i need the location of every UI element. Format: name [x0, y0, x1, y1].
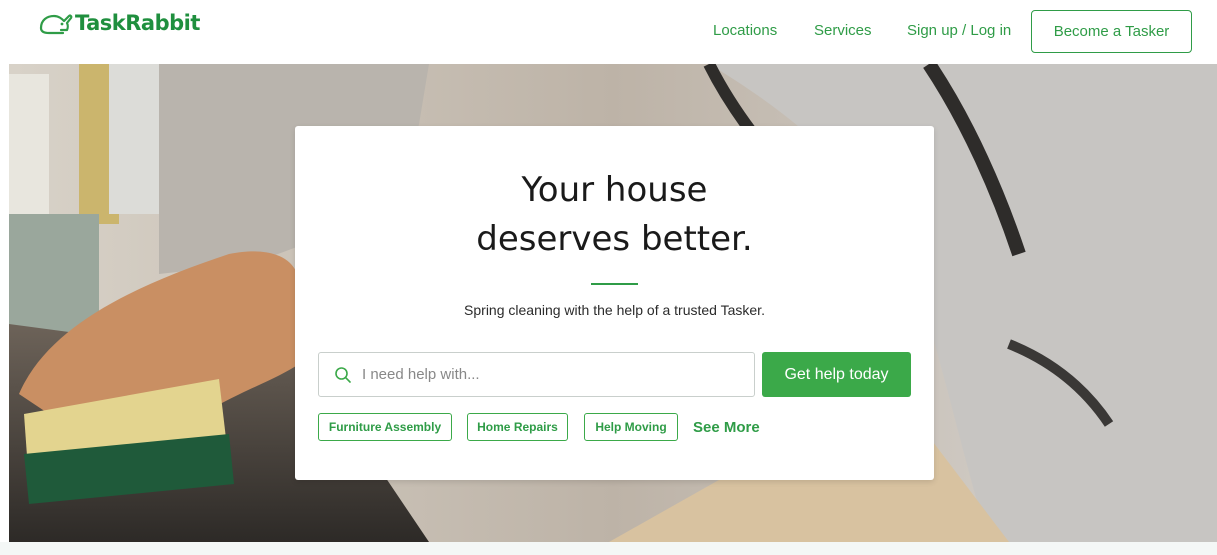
chip-furniture-assembly[interactable]: Furniture Assembly: [318, 413, 452, 441]
brand-logo[interactable]: TaskRabbit: [37, 10, 200, 36]
hero-search-card: Your house deserves better. Spring clean…: [295, 126, 934, 480]
hero-headline: Your house deserves better.: [295, 166, 934, 264]
headline-divider: [591, 283, 638, 285]
chip-help-moving[interactable]: Help Moving: [584, 413, 678, 441]
see-more-link[interactable]: See More: [693, 419, 760, 436]
hero-subtitle: Spring cleaning with the help of a trust…: [464, 302, 765, 318]
nav-services[interactable]: Services: [814, 22, 872, 39]
brand-name: TaskRabbit: [75, 11, 200, 35]
nav-locations[interactable]: Locations: [713, 22, 777, 39]
task-search-field[interactable]: [318, 352, 755, 397]
get-help-today-button[interactable]: Get help today: [762, 352, 911, 397]
nav-signup-login[interactable]: Sign up / Log in: [907, 22, 1011, 39]
become-a-tasker-button[interactable]: Become a Tasker: [1031, 10, 1192, 53]
section-divider-strip: [0, 542, 1217, 555]
search-icon: [335, 366, 351, 383]
task-search-input[interactable]: [362, 366, 742, 383]
chip-home-repairs[interactable]: Home Repairs: [467, 413, 568, 441]
headline-line-2: deserves better.: [476, 219, 753, 259]
site-header: TaskRabbit Locations Services Sign up / …: [0, 0, 1217, 64]
headline-line-1: Your house: [521, 170, 708, 210]
rabbit-logo-icon: [39, 14, 73, 35]
